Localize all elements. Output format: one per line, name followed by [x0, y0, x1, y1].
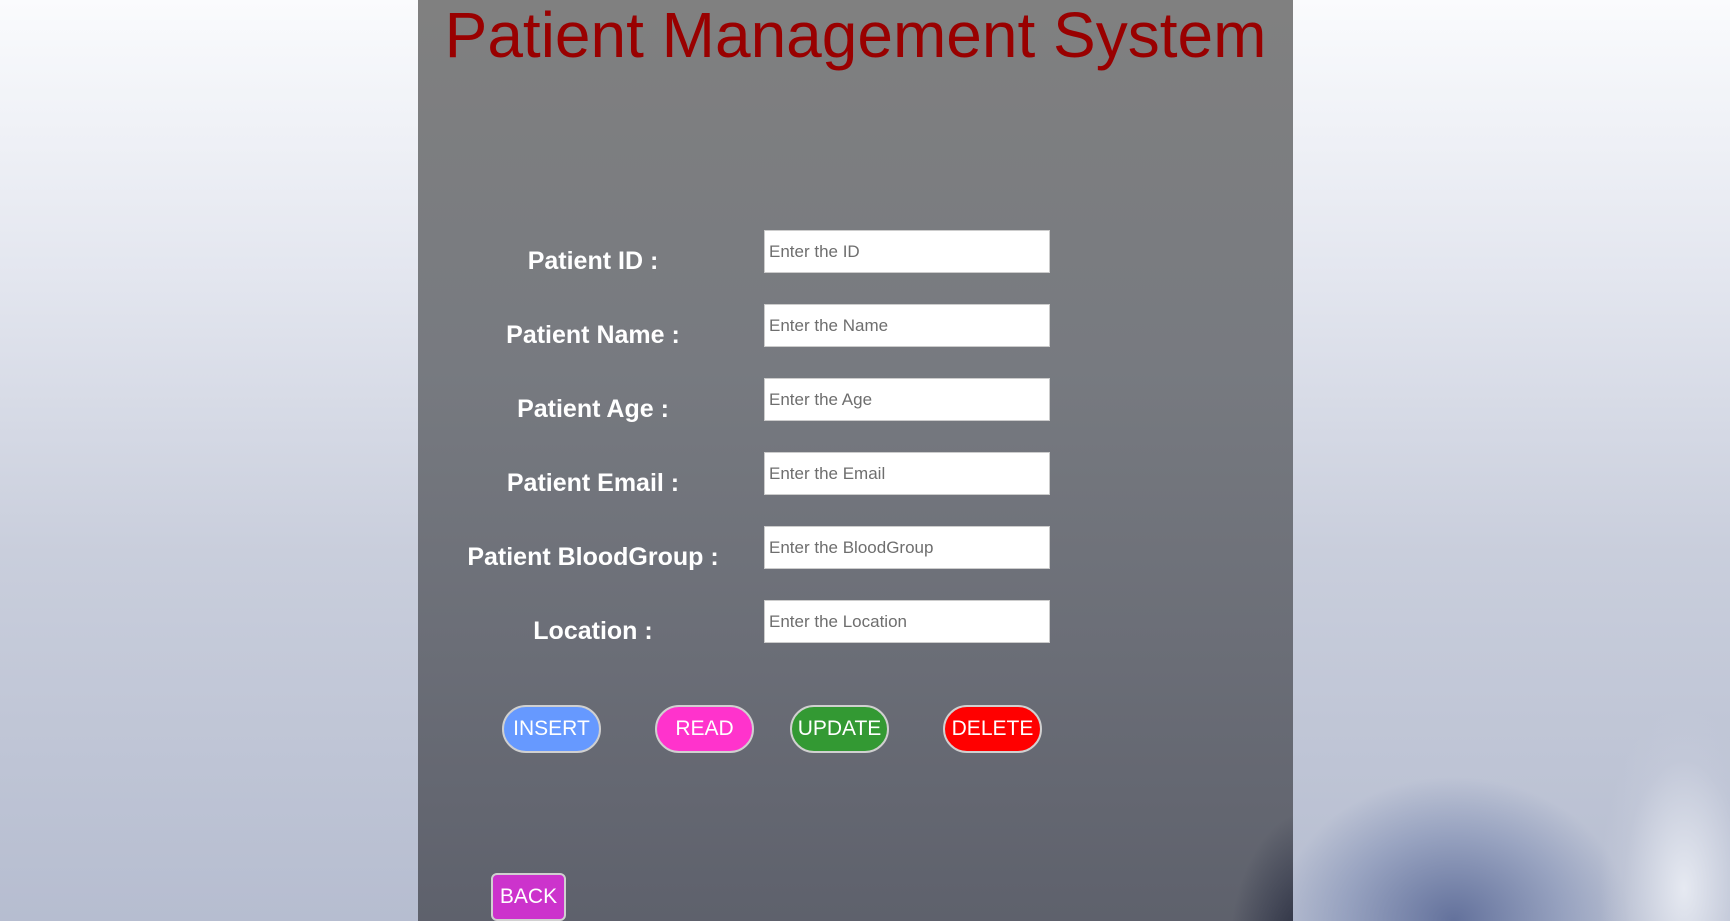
- insert-button[interactable]: INSERT: [502, 705, 601, 753]
- form-row-patient-name: Patient Name :: [418, 304, 1293, 350]
- patient-age-label: Patient Age :: [517, 395, 669, 423]
- patient-email-label: Patient Email :: [506, 469, 680, 497]
- patient-email-input[interactable]: [764, 452, 1050, 495]
- patient-name-input[interactable]: [764, 304, 1050, 347]
- form-row-patient-bloodgroup: Patient BloodGroup :: [418, 526, 1293, 572]
- location-label: Location :: [533, 617, 653, 645]
- panel-decoration: [1113, 621, 1293, 921]
- form-row-patient-id: Patient ID :: [418, 230, 1293, 276]
- background-decoration: [1270, 601, 1730, 921]
- patient-bloodgroup-label: Patient BloodGroup :: [467, 543, 719, 571]
- page-title: Patient Management System: [444, 0, 1267, 71]
- patient-id-label: Patient ID :: [527, 247, 659, 275]
- update-button[interactable]: UPDATE: [790, 705, 889, 753]
- read-button[interactable]: READ: [655, 705, 754, 753]
- form-row-location: Location :: [418, 600, 1293, 646]
- main-panel: Patient Management System Patient ID : P…: [418, 0, 1293, 921]
- patient-age-input[interactable]: [764, 378, 1050, 421]
- delete-button[interactable]: DELETE: [943, 705, 1042, 753]
- form-row-patient-age: Patient Age :: [418, 378, 1293, 424]
- patient-bloodgroup-input[interactable]: [764, 526, 1050, 569]
- back-button[interactable]: BACK: [491, 873, 566, 921]
- patient-name-label: Patient Name :: [506, 321, 680, 349]
- location-input[interactable]: [764, 600, 1050, 643]
- form-row-patient-email: Patient Email :: [418, 452, 1293, 498]
- patient-id-input[interactable]: [764, 230, 1050, 273]
